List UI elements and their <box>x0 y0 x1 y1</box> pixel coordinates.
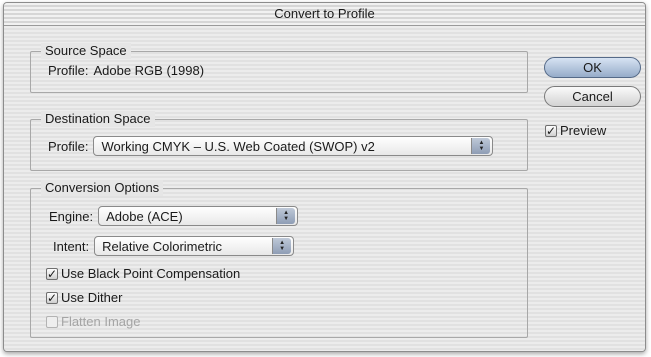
destination-space-title: Destination Space <box>41 111 155 127</box>
flatten-checkbox-row: Flatten Image <box>46 314 141 329</box>
ok-button[interactable]: OK <box>544 57 641 78</box>
updown-arrows-icon: ▲ ▼ <box>276 208 296 224</box>
destination-profile-popup[interactable]: Working CMYK – U.S. Web Coated (SWOP) v2… <box>93 136 494 156</box>
conversion-options-title: Conversion Options <box>41 180 164 196</box>
preview-checkbox[interactable]: ✓ <box>545 124 557 137</box>
dither-checkbox[interactable]: ✓ <box>46 291 58 304</box>
flatten-checkbox <box>46 315 58 328</box>
engine-label: Engine: <box>49 208 94 224</box>
black-point-checkbox[interactable]: ✓ <box>46 267 58 280</box>
flatten-label: Flatten Image <box>61 314 141 329</box>
source-space-group: Source Space Profile: Adobe RGB (1998) <box>30 43 528 93</box>
engine-popup[interactable]: Adobe (ACE) ▲ ▼ <box>98 206 299 226</box>
cancel-button[interactable]: Cancel <box>544 86 641 107</box>
updown-arrows-icon: ▲ ▼ <box>471 138 491 154</box>
intent-label: Intent: <box>53 238 90 254</box>
convert-to-profile-dialog: Convert to Profile Source Space Profile:… <box>3 2 646 352</box>
engine-value: Adobe (ACE) <box>106 208 183 224</box>
preview-label: Preview <box>560 123 607 138</box>
dialog-content: Source Space Profile: Adobe RGB (1998) D… <box>4 26 645 351</box>
conversion-options-group: Conversion Options Engine: Adobe (ACE) ▲… <box>30 180 528 338</box>
destination-profile-label: Profile: <box>48 138 89 154</box>
destination-profile-value: Working CMYK – U.S. Web Coated (SWOP) v2 <box>101 138 375 154</box>
black-point-checkbox-row[interactable]: ✓ Use Black Point Compensation <box>46 266 240 281</box>
intent-value: Relative Colorimetric <box>102 238 223 254</box>
dither-label: Use Dither <box>61 290 123 305</box>
source-space-title: Source Space <box>41 43 131 59</box>
source-profile-label: Profile: <box>48 63 89 78</box>
intent-popup[interactable]: Relative Colorimetric ▲ ▼ <box>94 236 295 256</box>
updown-arrows-icon: ▲ ▼ <box>272 238 292 254</box>
dialog-title: Convert to Profile <box>4 3 645 26</box>
black-point-label: Use Black Point Compensation <box>61 266 241 281</box>
source-profile-value: Adobe RGB (1998) <box>93 63 205 78</box>
destination-space-group: Destination Space Profile: Working CMYK … <box>30 111 528 171</box>
preview-checkbox-row[interactable]: ✓ Preview <box>545 123 606 138</box>
dither-checkbox-row[interactable]: ✓ Use Dither <box>46 290 122 305</box>
